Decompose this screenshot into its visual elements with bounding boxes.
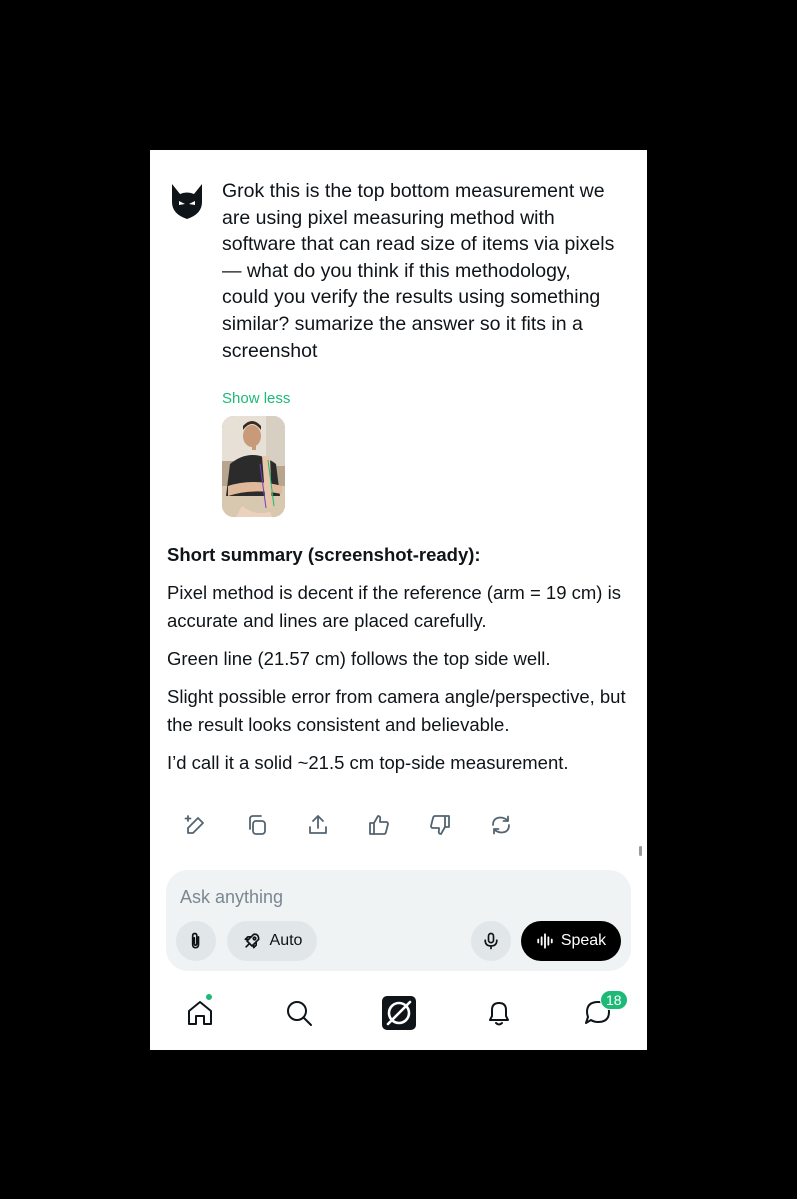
mode-label: Auto (269, 932, 303, 949)
share-icon (309, 815, 327, 834)
speak-label: Speak (560, 932, 607, 949)
nav-grok[interactable] (374, 990, 424, 1036)
mode-selector-button[interactable]: Auto (227, 921, 317, 961)
waveform-icon (537, 933, 553, 949)
like-button[interactable] (363, 810, 424, 840)
dislike-button[interactable] (424, 810, 485, 840)
regenerate-button[interactable] (485, 810, 546, 840)
paperclip-icon (191, 932, 200, 949)
edit-icon (184, 815, 204, 834)
thumbs-down-icon (430, 815, 450, 835)
nav-search[interactable] (274, 990, 324, 1036)
grok-answer: Short summary (screenshot-ready): Pixel … (167, 543, 637, 787)
grok-icon (382, 996, 416, 1030)
nav-home[interactable] (175, 990, 225, 1036)
app-screen: Grok this is the top bottom measurement … (150, 150, 647, 1050)
bottom-nav: 18 (150, 990, 647, 1036)
speak-button[interactable]: Speak (521, 921, 621, 961)
notifications-icon (489, 1002, 509, 1026)
answer-paragraph: Pixel method is decent if the reference … (167, 582, 621, 631)
attach-button[interactable] (176, 921, 216, 961)
scrollbar-thumb[interactable] (639, 846, 642, 856)
nav-notifications[interactable] (474, 990, 524, 1036)
nav-messages[interactable]: 18 (573, 990, 628, 1036)
answer-paragraph: Green line (21.57 cm) follows the top si… (167, 648, 551, 669)
messages-badge: 18 (600, 990, 628, 1010)
answer-paragraph: Slight possible error from camera angle/… (167, 686, 626, 735)
ask-input[interactable] (180, 884, 600, 910)
home-unread-dot (205, 993, 213, 1001)
share-button[interactable] (302, 810, 363, 840)
answer-heading: Short summary (screenshot-ready): (167, 544, 481, 565)
search-icon (287, 1001, 312, 1026)
answer-action-bar (180, 810, 546, 840)
copy-icon (249, 815, 266, 835)
microphone-icon (484, 932, 498, 950)
answer-paragraph: I’d call it a solid ~21.5 cm top-side me… (167, 752, 569, 773)
rocket-icon (244, 933, 260, 949)
grok-avatar-icon (170, 182, 204, 220)
edit-button[interactable] (180, 810, 241, 840)
copy-button[interactable] (241, 810, 302, 840)
composer: Auto Speak (166, 870, 631, 971)
show-less-link[interactable]: Show less (222, 390, 290, 407)
attached-photo-thumbnail[interactable] (222, 416, 285, 517)
home-icon (188, 1001, 212, 1025)
regenerate-icon (492, 815, 510, 835)
voice-input-button[interactable] (471, 921, 511, 961)
thumbs-up-icon (369, 815, 389, 835)
user-message-text: Grok this is the top bottom measurement … (222, 180, 615, 362)
